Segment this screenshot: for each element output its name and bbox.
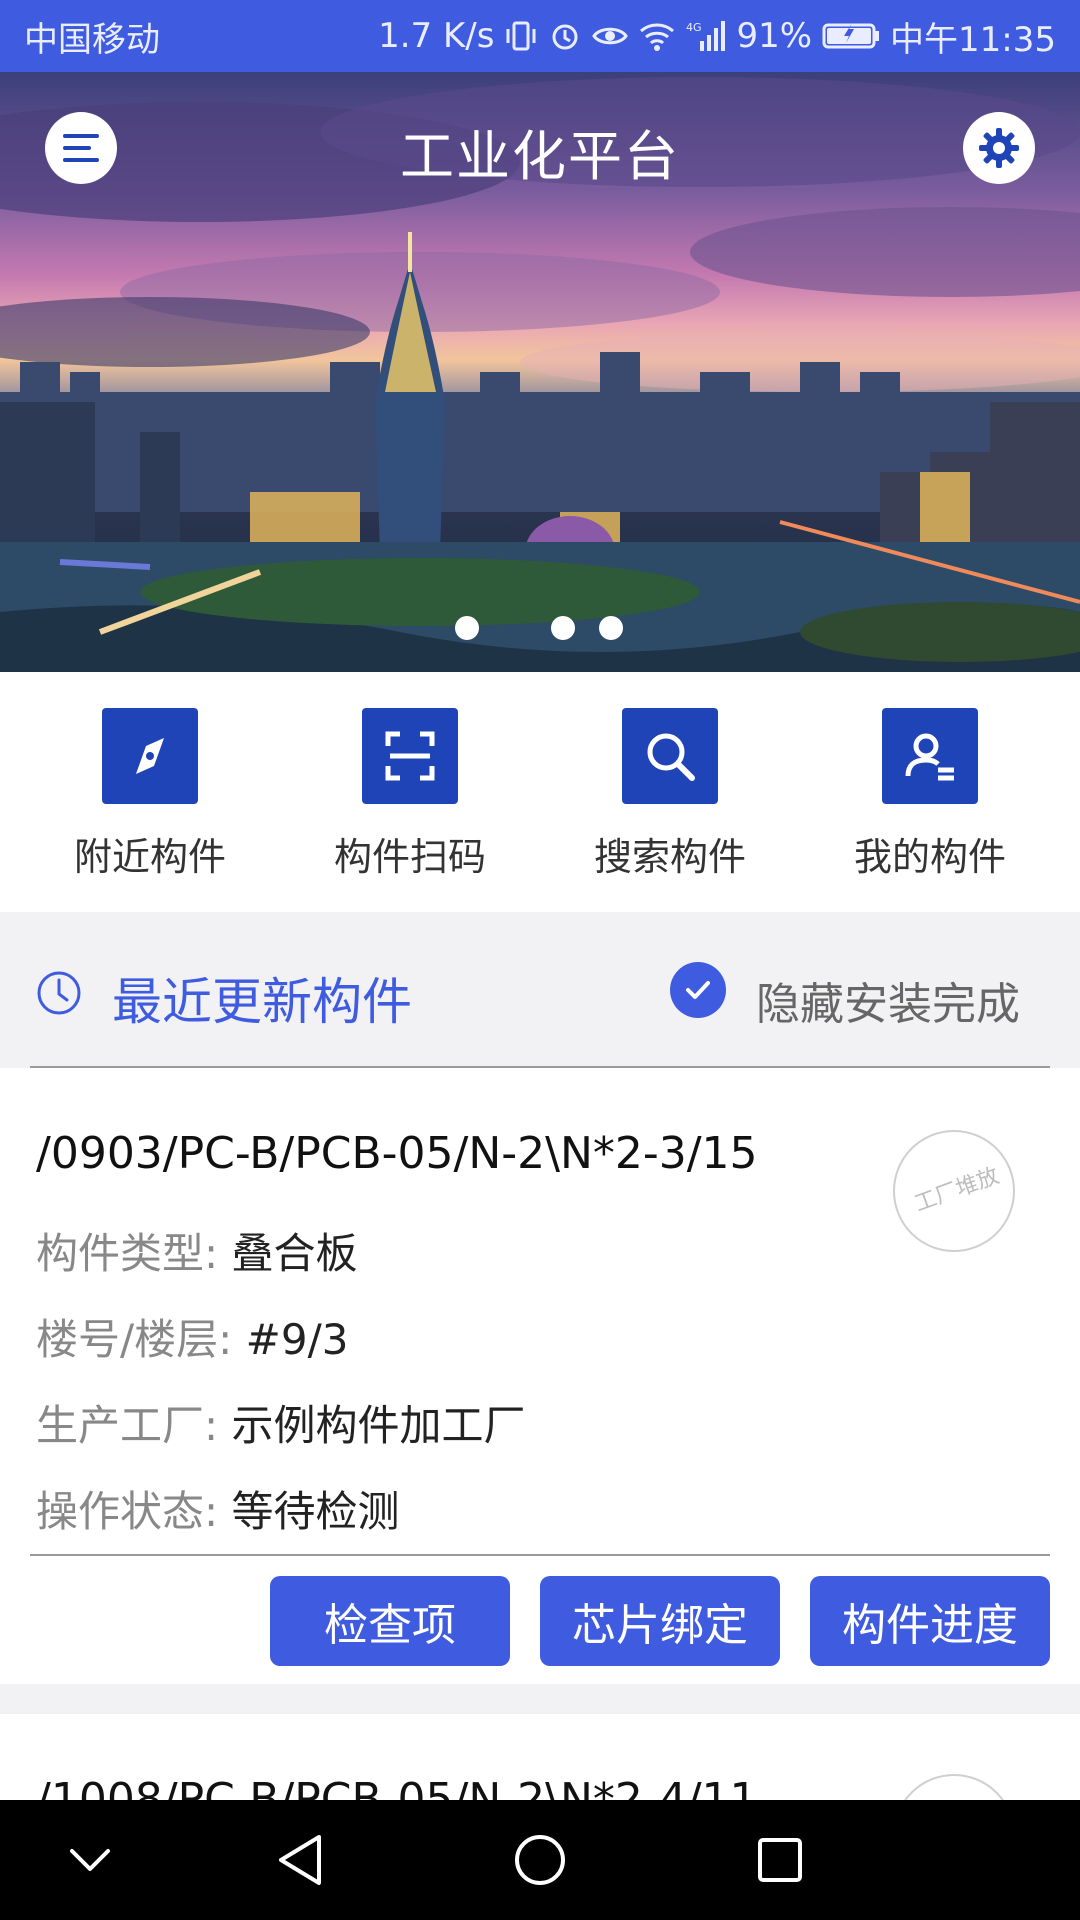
hide-completed-label[interactable]: 隐藏安装完成 [756, 968, 1020, 1032]
clock-icon [37, 971, 81, 1015]
action-label: 搜索构件 [593, 835, 746, 879]
search-icon [647, 733, 695, 781]
field-key: 操作状态: [36, 1487, 219, 1536]
check-icon [686, 981, 710, 999]
chevron-down-icon [70, 1849, 110, 1871]
clock-time: 中午11:35 [890, 19, 1056, 60]
carousel-dot[interactable] [503, 616, 527, 640]
carousel-dot[interactable] [599, 616, 623, 640]
recents-square-icon [758, 1838, 802, 1882]
field-key: 生产工厂: [36, 1401, 219, 1450]
nav-recents-button[interactable] [750, 1830, 810, 1890]
card-divider [30, 1554, 1050, 1556]
vibrate-icon [504, 19, 538, 53]
recent-section-header: 最近更新构件 隐藏安装完成 [0, 912, 1080, 1068]
alarm-icon [548, 19, 582, 53]
field-value: 等待检测 [231, 1487, 400, 1536]
status-stamp: 工厂堆放 [893, 1130, 1015, 1252]
chip-binding-button[interactable]: 芯片绑定 [540, 1576, 780, 1666]
field-key: 构件类型: [36, 1229, 219, 1278]
user-list-icon [905, 733, 954, 781]
settings-button[interactable] [963, 112, 1035, 184]
field-row: 操作状态: 等待检测 [36, 1478, 400, 1539]
gear-icon [979, 128, 1019, 168]
svg-text:4G: 4G [686, 21, 702, 34]
status-bar: 中国移动 1.7 K/s 4G 91% 中午11:35 [0, 0, 1080, 72]
nearby-components-button[interactable]: 附近构件 [40, 708, 260, 881]
field-value: 示例构件加工厂 [231, 1401, 526, 1450]
quick-actions: 附近构件 构件扫码 搜索构件 我的构件 [0, 672, 1080, 912]
nearby-tile [102, 708, 198, 804]
battery-icon [822, 21, 880, 51]
field-value: #9/3 [245, 1315, 349, 1364]
wifi-icon [638, 19, 676, 53]
field-key: 楼号/楼层: [36, 1315, 233, 1364]
app-title: 工业化平台 [400, 125, 680, 188]
home-circle-icon [515, 1835, 565, 1885]
field-row: 楼号/楼层: #9/3 [36, 1306, 348, 1367]
nav-home-button[interactable] [510, 1830, 570, 1890]
section-title: 最近更新构件 [112, 973, 412, 1031]
component-progress-button[interactable]: 构件进度 [810, 1576, 1050, 1666]
system-nav-bar [0, 1800, 1080, 1920]
compass-icon [136, 738, 164, 774]
action-label: 附近构件 [73, 835, 226, 879]
signal-icon: 4G [686, 19, 726, 53]
component-card[interactable]: /0903/PC-B/PCB-05/N-2\N*2-3/15 工厂堆放 构件类型… [0, 1068, 1080, 1684]
scan-icon [385, 731, 435, 781]
field-row: 生产工厂: 示例构件加工厂 [36, 1392, 526, 1453]
inspection-items-button[interactable]: 检查项 [270, 1576, 510, 1666]
hero-banner[interactable]: 工业化平台 [0, 72, 1080, 672]
eye-icon [592, 19, 629, 53]
scan-component-button[interactable]: 构件扫码 [300, 708, 520, 881]
action-label: 我的构件 [853, 835, 1006, 879]
my-components-button[interactable]: 我的构件 [820, 708, 1040, 881]
hide-completed-checkbox[interactable] [670, 962, 726, 1018]
action-label: 构件扫码 [333, 835, 486, 879]
carousel-dot[interactable] [455, 616, 479, 640]
stamp-text: 工厂堆放 [911, 1163, 1003, 1218]
back-triangle-icon [279, 1835, 321, 1885]
nav-collapse-button[interactable] [60, 1830, 120, 1890]
field-row: 构件类型: 叠合板 [36, 1220, 358, 1281]
component-code: /0903/PC-B/PCB-05/N-2\N*2-3/15 [36, 1128, 758, 1179]
my-tile [882, 708, 978, 804]
status-right: 1.7 K/s 4G 91% 中午11:35 [378, 12, 1056, 61]
network-speed: 1.7 K/s [378, 16, 495, 56]
nav-back-button[interactable] [270, 1830, 330, 1890]
search-components-button[interactable]: 搜索构件 [560, 708, 780, 881]
scan-tile [362, 708, 458, 804]
carousel-dots [0, 616, 1080, 640]
search-tile [622, 708, 718, 804]
field-value: 叠合板 [231, 1229, 358, 1278]
battery-percent: 91% [736, 16, 813, 56]
carousel-dot[interactable] [551, 616, 575, 640]
carrier-label: 中国移动 [24, 19, 160, 60]
